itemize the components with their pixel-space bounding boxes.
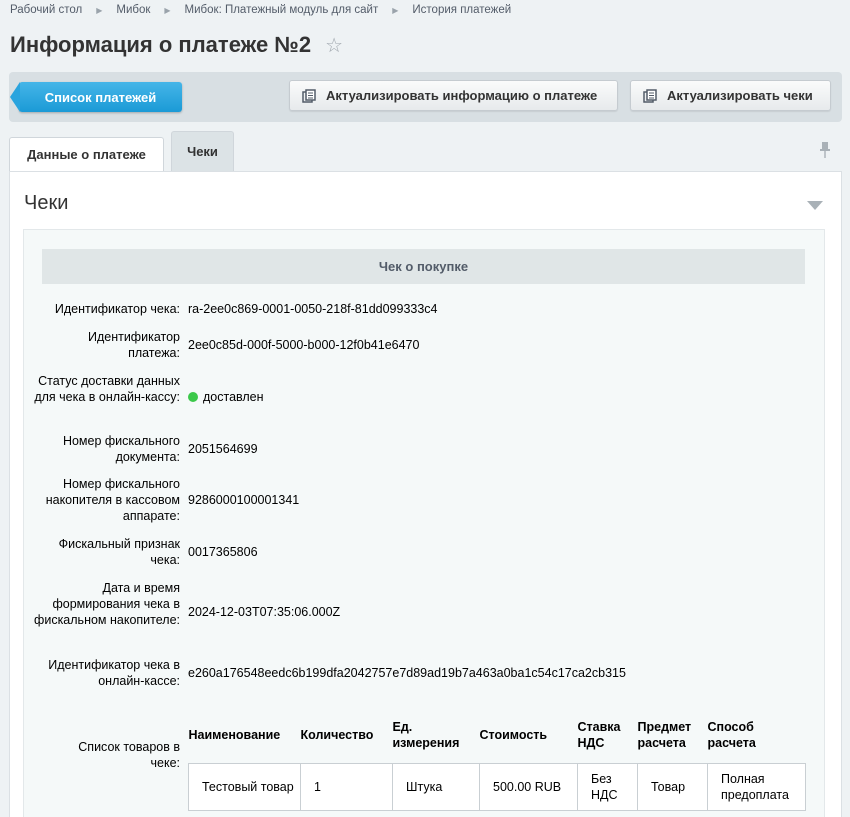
breadcrumb-item-module[interactable]: Мибок: Платежный модуль для сайт (185, 4, 379, 16)
field-value: 2024-12-03T07:35:06.000Z (188, 605, 341, 619)
field-label: Идентификатор платежа: (87, 330, 180, 360)
panel-title: Чеки (24, 192, 69, 214)
document-icon (302, 88, 316, 103)
field-row-fiscal-drive: Номер фискального накопителя в кассовом … (24, 476, 824, 526)
status-text: доставлен (203, 390, 264, 404)
table-cell: Штука (392, 762, 480, 811)
column-header: Способ расчета (707, 720, 756, 751)
column-header: Предмет расчета (637, 720, 692, 751)
breadcrumb: Рабочий стол ▶ Мибок ▶ Мибок: Платежный … (10, 4, 511, 16)
column-header: Стоимость (479, 728, 548, 743)
table-header-row: Наименование Количество Ед. измерения Ст… (189, 708, 806, 763)
collapse-icon[interactable] (807, 201, 823, 210)
toolbar: Список платежей Актуализировать информац… (9, 72, 842, 122)
page-title: Информация о платеже №2 (10, 32, 312, 57)
receipt-header-label: Чек о покупке (378, 259, 469, 274)
field-value: e260a176548eedc6b199dfa2042757e7d89ad19b… (188, 666, 626, 680)
field-row-receipt-id: Идентификатор чека: ra-2ee0c869-0001-005… (24, 301, 824, 321)
products-table: Наименование Количество Ед. измерения Ст… (188, 708, 806, 811)
field-row-online-id: Идентификатор чека в онлайн-кассе: e260a… (24, 657, 824, 691)
payment-list-button[interactable]: Список платежей (10, 82, 182, 112)
chevron-right-icon: ▶ (164, 5, 171, 15)
field-value: ra-2ee0c869-0001-0050-218f-81dd099333c4 (188, 302, 438, 316)
tab-checks-label: Чеки (187, 144, 218, 159)
chevron-right-icon: ▶ (96, 5, 103, 15)
actualize-checks-label: Актуализировать чеки (667, 88, 813, 103)
field-row-fiscal-doc: Номер фискального документа: 2051564699 (24, 433, 824, 467)
field-row-datetime: Дата и время формирования чека в фискаль… (24, 580, 824, 646)
field-value: 0017365806 (188, 545, 258, 559)
table-cell: 500.00 RUB (479, 762, 578, 811)
field-row-delivery-status: Статус доставки данных для чека в онлайн… (24, 373, 824, 423)
field-label: Список товаров в чеке: (78, 740, 180, 770)
actualize-payment-info-label: Актуализировать информацию о платеже (326, 88, 598, 103)
document-icon (643, 88, 657, 103)
pin-icon[interactable] (818, 141, 832, 159)
table-cell: Полная предоплата (707, 762, 806, 811)
column-header: Ед. измерения (392, 720, 460, 751)
breadcrumb-item-history[interactable]: История платежей (412, 4, 511, 16)
field-label: Номер фискального документа: (62, 434, 180, 464)
field-label: Идентификатор чека: (54, 302, 180, 316)
field-label: Фискальный признак чека: (58, 537, 180, 567)
table-cell: Товар (637, 762, 708, 811)
field-label: Дата и время формирования чека в фискаль… (34, 581, 180, 627)
actualize-checks-button[interactable]: Актуализировать чеки (630, 80, 831, 111)
field-value: 2ee0c85d-000f-5000-b000-12f0b41e6470 (188, 338, 420, 352)
field-label: Номер фискального накопителя в кассовом … (45, 477, 180, 523)
status-value: доставлен (188, 389, 264, 405)
field-value: 9286000100001341 (188, 493, 300, 507)
receipt-section: Чек о покупке Идентификатор чека: ra-2ee… (23, 229, 825, 817)
actualize-payment-info-button[interactable]: Актуализировать информацию о платеже (289, 80, 618, 111)
table-cell: Без НДС (577, 762, 638, 811)
tab-checks[interactable]: Чеки (171, 131, 234, 171)
tab-payment-data-label: Данные о платеже (27, 147, 146, 162)
star-icon[interactable]: ☆ (325, 33, 343, 58)
field-row-payment-id: Идентификатор платежа: 2ee0c85d-000f-500… (24, 329, 824, 363)
table-row: Тестовый товар 1 Штука 500.00 RUB Без НД… (188, 762, 806, 811)
chevron-right-icon: ▶ (392, 5, 399, 15)
column-header: Ставка НДС (577, 720, 621, 751)
payment-list-button-label: Список платежей (44, 89, 157, 105)
field-row-fiscal-sign: Фискальный признак чека: 0017365806 (24, 536, 824, 570)
column-header: Количество (300, 728, 374, 743)
table-cell: 1 (300, 762, 393, 811)
breadcrumb-item-mibok[interactable]: Мибок (116, 4, 150, 16)
table-cell: Тестовый товар (188, 762, 301, 811)
field-value: 2051564699 (188, 442, 258, 456)
field-label: Идентификатор чека в онлайн-кассе: (48, 658, 180, 688)
tab-payment-data[interactable]: Данные о платеже (9, 137, 164, 171)
field-label: Статус доставки данных для чека в онлайн… (34, 374, 180, 404)
breadcrumb-item-desktop[interactable]: Рабочий стол (10, 4, 82, 16)
receipt-header: Чек о покупке (42, 249, 805, 284)
column-header: Наименование (188, 728, 281, 743)
status-indicator-icon (188, 392, 198, 402)
page-title-row: Информация о платеже №2 ☆ (10, 32, 343, 58)
checks-panel: Чеки Чек о покупке Идентификатор чека: r… (9, 171, 842, 817)
